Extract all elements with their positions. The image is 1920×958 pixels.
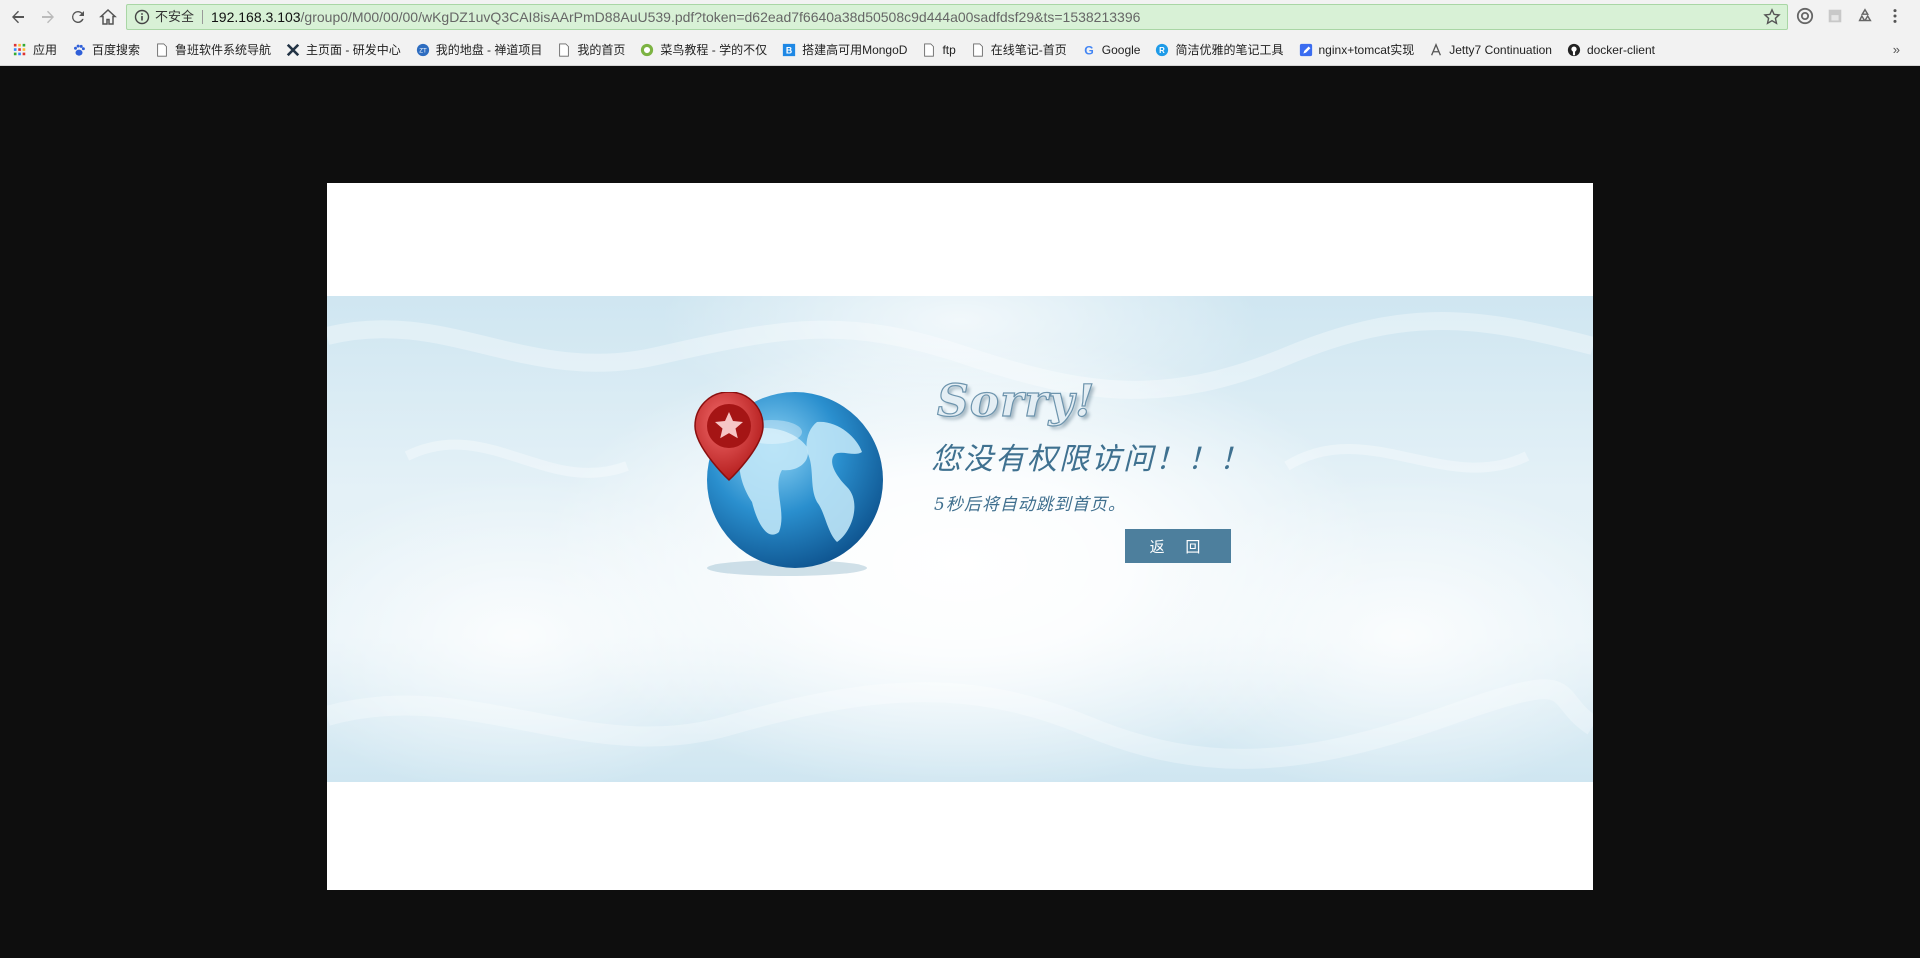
bookmark-item[interactable]: 百度搜索 xyxy=(71,41,140,58)
bookmark-item[interactable]: 主页面 - 研发中心 xyxy=(285,41,401,58)
bookmark-label: ftp xyxy=(942,42,956,57)
github-icon xyxy=(1566,42,1582,58)
bookmark-item[interactable]: 在线笔记-首页 xyxy=(970,41,1067,58)
menu-kebab-icon[interactable] xyxy=(1885,6,1905,26)
bookmarks-bar: 应用 百度搜索 鲁班软件系统导航 主页面 - 研发中心 ZT 我的地盘 - 禅道… xyxy=(0,34,1920,66)
page-icon xyxy=(970,42,986,58)
redirect-notice: 5秒后将自动跳到首页。 xyxy=(934,495,1126,515)
forward-arrow-icon[interactable] xyxy=(36,5,60,29)
bookmark-label: 菜鸟教程 - 学的不仅 xyxy=(660,43,768,57)
bookmark-item[interactable]: G Google xyxy=(1081,42,1141,58)
globe-illustration xyxy=(687,391,887,582)
reload-icon[interactable] xyxy=(66,5,90,29)
bookmark-label: 在线笔记-首页 xyxy=(990,43,1067,57)
page-icon xyxy=(154,42,170,58)
bookmark-label: 应用 xyxy=(33,43,58,57)
bookmarks-overflow-chevron-icon[interactable]: » xyxy=(1893,42,1900,57)
url-text[interactable]: 192.168.3.103/group0/M00/00/00/wKgDZ1uvQ… xyxy=(211,9,1140,25)
bookmark-item[interactable]: Jetty7 Continuation xyxy=(1428,42,1552,58)
bookmark-item[interactable]: ftp xyxy=(921,42,956,58)
error-panel: Sorry! 您没有权限访问！！！ 5秒后将自动跳到首页。 返 回 xyxy=(327,183,1593,890)
zentao-icon: ZT xyxy=(415,42,431,58)
return-button[interactable]: 返 回 xyxy=(1125,529,1231,563)
info-icon[interactable] xyxy=(133,8,151,26)
jetty-icon xyxy=(1428,42,1444,58)
bookmark-label: 百度搜索 xyxy=(92,43,141,57)
water-splash-decoration xyxy=(327,312,1593,769)
back-arrow-icon[interactable] xyxy=(6,5,30,29)
bookmark-label: 我的首页 xyxy=(577,43,626,57)
bookmark-item[interactable]: R 简洁优雅的笔记工具 xyxy=(1154,41,1284,58)
url-host: 192.168.3.103 xyxy=(211,9,301,25)
extension-icons xyxy=(1795,6,1905,26)
home-icon[interactable] xyxy=(96,5,120,29)
bookmark-label: Google xyxy=(1101,42,1141,57)
bookmark-label: 我的地盘 - 禅道项目 xyxy=(435,43,543,57)
bookmark-item[interactable]: 鲁班软件系统导航 xyxy=(154,41,271,58)
b-logo-icon: B xyxy=(781,42,797,58)
bookmark-item[interactable]: B 搭建高可用MongoD xyxy=(781,41,907,58)
bookmark-item[interactable]: docker-client xyxy=(1566,42,1655,58)
bookmark-item[interactable]: nginx+tomcat实现 xyxy=(1298,41,1415,58)
page-icon xyxy=(556,42,572,58)
bookmark-item[interactable]: ZT 我的地盘 - 禅道项目 xyxy=(415,41,543,58)
recycle-extension-icon[interactable] xyxy=(1855,6,1875,26)
browser-toolbar: 不安全 192.168.3.103/group0/M00/00/00/wKgDZ… xyxy=(0,0,1920,34)
svg-text:R: R xyxy=(1160,46,1166,55)
bookmark-label: Jetty7 Continuation xyxy=(1449,42,1552,57)
r-circle-icon: R xyxy=(1154,42,1170,58)
grey-page-extension-icon[interactable] xyxy=(1825,6,1845,26)
no-permission-message: 您没有权限访问！！！ xyxy=(931,442,1251,477)
swirl-extension-icon[interactable] xyxy=(1795,6,1815,26)
address-bar[interactable]: 不安全 192.168.3.103/group0/M00/00/00/wKgDZ… xyxy=(126,4,1788,30)
x-logo-icon xyxy=(285,42,301,58)
bookmark-label: 搭建高可用MongoD xyxy=(802,43,908,57)
google-icon: G xyxy=(1081,42,1097,58)
svg-text:G: G xyxy=(1084,43,1094,57)
security-label[interactable]: 不安全 xyxy=(155,10,204,24)
page-viewport: Sorry! 您没有权限访问！！！ 5秒后将自动跳到首页。 返 回 xyxy=(0,67,1920,958)
sorry-heading: Sorry! xyxy=(936,375,1096,427)
svg-text:B: B xyxy=(786,45,792,55)
bookmark-item[interactable]: 我的首页 xyxy=(556,41,625,58)
bookmark-item[interactable]: 菜鸟教程 - 学的不仅 xyxy=(639,41,767,58)
svg-text:ZT: ZT xyxy=(419,47,427,54)
url-path: /group0/M00/00/00/wKgDZ1uvQ3CAI8isAArPmD… xyxy=(300,9,1141,25)
bookmark-label: docker-client xyxy=(1586,42,1655,57)
runoob-icon xyxy=(639,42,655,58)
bookmark-star-icon[interactable] xyxy=(1763,8,1781,26)
bookmark-label: 鲁班软件系统导航 xyxy=(175,43,272,57)
bookmark-item[interactable]: 应用 xyxy=(12,41,57,58)
page-icon xyxy=(921,42,937,58)
bookmark-label: 主页面 - 研发中心 xyxy=(306,43,401,57)
bookmark-label: nginx+tomcat实现 xyxy=(1318,43,1415,57)
pencil-note-icon xyxy=(1298,42,1314,58)
baidu-paw-icon xyxy=(71,42,87,58)
bookmark-label: 简洁优雅的笔记工具 xyxy=(1175,43,1284,57)
error-banner: Sorry! 您没有权限访问！！！ 5秒后将自动跳到首页。 返 回 xyxy=(327,296,1593,782)
apps-grid-icon xyxy=(12,42,28,58)
